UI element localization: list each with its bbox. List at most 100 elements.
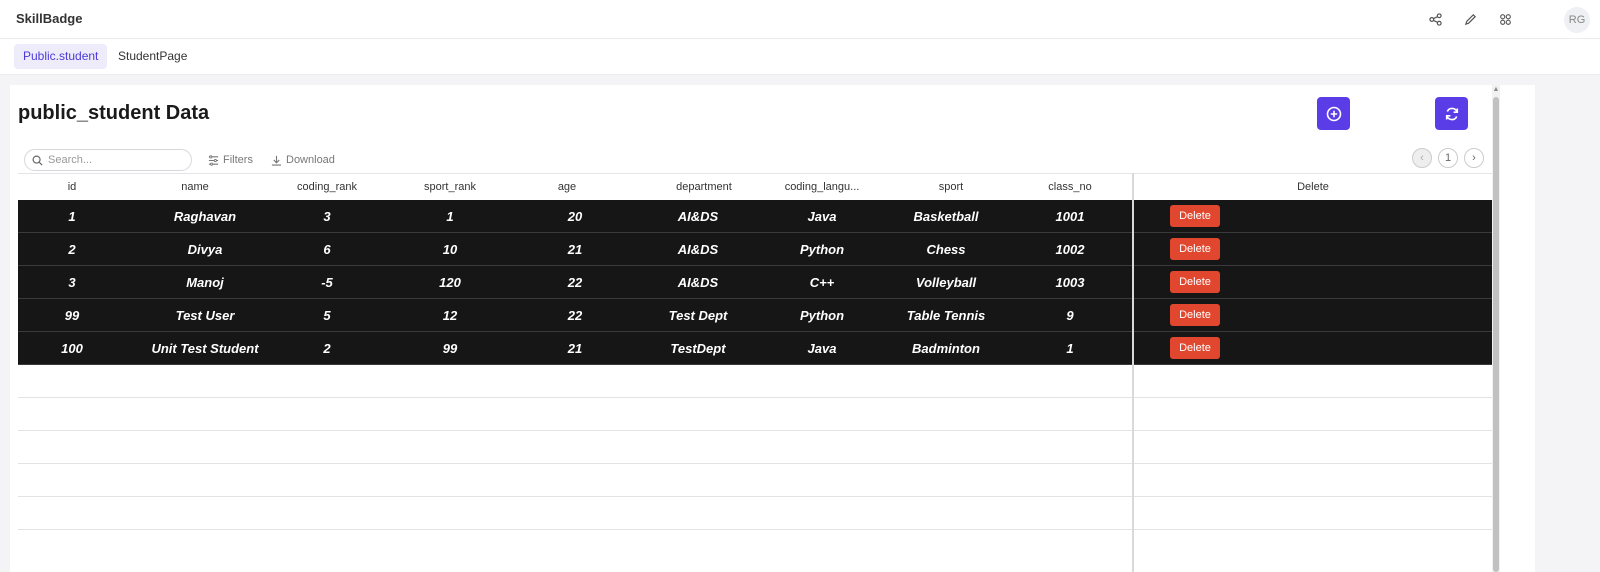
table-row[interactable]: 99 Test User 5 12 22 Test Dept Python Ta… (18, 299, 1492, 332)
vertical-scrollbar[interactable]: ▲ (1492, 85, 1500, 572)
empty-row (18, 398, 1492, 431)
user-avatar[interactable]: RG (1564, 7, 1590, 33)
tab-student-page[interactable]: StudentPage (109, 44, 196, 69)
cell-sport[interactable]: Volleyball (886, 266, 1006, 299)
cell-department[interactable]: Test Dept (638, 299, 758, 332)
plus-circle-icon (1326, 106, 1341, 121)
cell-age[interactable]: 21 (535, 233, 615, 266)
column-header-name[interactable]: name (135, 174, 255, 201)
grid-header: id name coding_rank sport_rank age depar… (18, 173, 1492, 200)
tab-public-student[interactable]: Public.student (14, 44, 108, 69)
table-row[interactable]: 3 Manoj -5 120 22 AI&DS C++ Volleyball 1… (18, 266, 1492, 299)
filters-button[interactable]: Filters (208, 151, 253, 169)
row-cells: 99 Test User 5 12 22 Test Dept Python Ta… (18, 299, 1132, 332)
column-header-sport-rank[interactable]: sport_rank (390, 174, 510, 201)
column-header-sport[interactable]: sport (891, 174, 1011, 201)
cell-department[interactable]: AI&DS (638, 233, 758, 266)
cell-name[interactable]: Manoj (135, 266, 275, 299)
column-header-coding-rank[interactable]: coding_rank (267, 174, 387, 201)
cell-coding-language[interactable]: Java (767, 200, 877, 233)
cell-sport-rank[interactable]: 99 (390, 332, 510, 365)
row-cells: 3 Manoj -5 120 22 AI&DS C++ Volleyball 1… (18, 266, 1132, 299)
cell-age[interactable]: 22 (535, 266, 615, 299)
refresh-icon (1445, 107, 1458, 120)
download-icon (271, 155, 282, 166)
download-label: Download (286, 154, 335, 166)
column-header-coding-language[interactable]: coding_langu... (767, 174, 877, 201)
chevron-right-icon: › (1472, 152, 1476, 164)
column-header-department[interactable]: department (644, 174, 764, 201)
cell-sport[interactable]: Basketball (886, 200, 1006, 233)
edit-pencil-icon[interactable] (1461, 10, 1479, 28)
delete-button[interactable]: Delete (1170, 337, 1220, 359)
cell-department[interactable]: TestDept (638, 332, 758, 365)
row-cells: 1 Raghavan 3 1 20 AI&DS Java Basketball … (18, 200, 1132, 233)
empty-row (18, 464, 1492, 497)
cell-age[interactable]: 20 (535, 200, 615, 233)
cell-coding-language[interactable]: Java (767, 332, 877, 365)
empty-row (18, 365, 1492, 398)
cell-coding-rank[interactable]: 6 (267, 233, 387, 266)
delete-button[interactable]: Delete (1170, 271, 1220, 293)
cell-name[interactable]: Unit Test Student (135, 332, 275, 365)
search-box[interactable] (24, 149, 192, 171)
scrollbar-thumb[interactable] (1493, 97, 1499, 572)
cell-coding-language[interactable]: Python (767, 233, 877, 266)
cell-department[interactable]: AI&DS (638, 266, 758, 299)
cell-id[interactable]: 3 (42, 266, 102, 299)
table-row[interactable]: 1 Raghavan 3 1 20 AI&DS Java Basketball … (18, 200, 1492, 233)
search-input[interactable] (48, 154, 178, 166)
refresh-button[interactable] (1435, 97, 1468, 130)
empty-row (18, 497, 1492, 530)
cell-name[interactable]: Divya (135, 233, 275, 266)
cell-class-no[interactable]: 9 (1020, 299, 1120, 332)
page-number[interactable]: 1 (1438, 148, 1458, 168)
cell-age[interactable]: 22 (535, 299, 615, 332)
prev-page-button[interactable]: ‹ (1412, 148, 1432, 168)
column-header-age[interactable]: age (527, 174, 607, 201)
cell-name[interactable]: Test User (135, 299, 275, 332)
pinned-column-divider[interactable] (1132, 173, 1134, 572)
cell-id[interactable]: 100 (42, 332, 102, 365)
filters-icon (208, 154, 219, 166)
cell-sport-rank[interactable]: 10 (390, 233, 510, 266)
share-icon[interactable] (1426, 10, 1444, 28)
data-grid: id name coding_rank sport_rank age depar… (18, 173, 1492, 572)
cell-sport[interactable]: Badminton (886, 332, 1006, 365)
cell-coding-rank[interactable]: 3 (267, 200, 387, 233)
cell-class-no[interactable]: 1001 (1020, 200, 1120, 233)
cell-sport-rank[interactable]: 120 (390, 266, 510, 299)
apps-grid-icon[interactable] (1496, 10, 1514, 28)
cell-class-no[interactable]: 1 (1020, 332, 1120, 365)
column-header-id[interactable]: id (42, 174, 102, 201)
app-title: SkillBadge (16, 11, 83, 26)
cell-id[interactable]: 2 (42, 233, 102, 266)
cell-coding-rank[interactable]: 2 (267, 332, 387, 365)
next-page-button[interactable]: › (1464, 148, 1484, 168)
cell-sport-rank[interactable]: 12 (390, 299, 510, 332)
cell-department[interactable]: AI&DS (638, 200, 758, 233)
delete-button[interactable]: Delete (1170, 238, 1220, 260)
add-record-button[interactable] (1317, 97, 1350, 130)
cell-sport-rank[interactable]: 1 (390, 200, 510, 233)
cell-id[interactable]: 99 (42, 299, 102, 332)
table-row[interactable]: 2 Divya 6 10 21 AI&DS Python Chess 1002 … (18, 233, 1492, 266)
scroll-up-arrow-icon[interactable]: ▲ (1492, 85, 1500, 95)
column-header-class-no[interactable]: class_no (1020, 174, 1120, 201)
cell-coding-rank[interactable]: 5 (267, 299, 387, 332)
delete-button[interactable]: Delete (1170, 304, 1220, 326)
cell-id[interactable]: 1 (42, 200, 102, 233)
cell-age[interactable]: 21 (535, 332, 615, 365)
download-button[interactable]: Download (271, 151, 335, 169)
table-row[interactable]: 100 Unit Test Student 2 99 21 TestDept J… (18, 332, 1492, 365)
delete-button[interactable]: Delete (1170, 205, 1220, 227)
cell-sport[interactable]: Chess (886, 233, 1006, 266)
cell-class-no[interactable]: 1003 (1020, 266, 1120, 299)
cell-coding-language[interactable]: Python (767, 299, 877, 332)
cell-coding-language[interactable]: C++ (767, 266, 877, 299)
cell-sport[interactable]: Table Tennis (886, 299, 1006, 332)
cell-coding-rank[interactable]: -5 (267, 266, 387, 299)
column-header-delete: Delete (1297, 181, 1329, 193)
cell-class-no[interactable]: 1002 (1020, 233, 1120, 266)
cell-name[interactable]: Raghavan (135, 200, 275, 233)
